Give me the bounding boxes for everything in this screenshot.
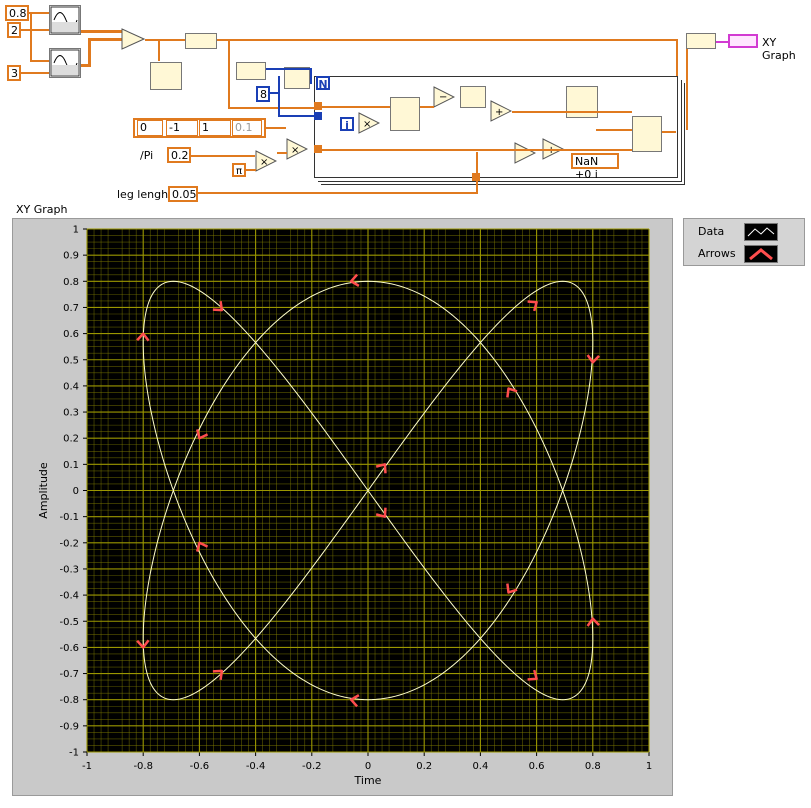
array-index[interactable]: 0 [137,120,163,136]
xy-graph-terminal[interactable] [728,34,758,48]
pi-value[interactable]: 0.2 [167,147,191,163]
y-tick-label: 0.7 [63,303,79,314]
y-tick-label: -0.9 [59,721,79,732]
ramp-node[interactable] [236,62,266,80]
x-tick-label: 0.8 [585,761,601,772]
x-tick-label: 0 [365,761,371,772]
subtract-node[interactable]: − [433,86,455,108]
legend-data-swatch [744,223,778,241]
y-tick-label: 0.2 [63,434,79,445]
x-tick-label: 0.2 [416,761,432,772]
leg-length-label: leg lenght [117,188,173,201]
leg-length-value[interactable]: 0.05 [168,186,198,202]
graph-title: XY Graph [16,203,68,216]
chart-svg: -1 -0.8 -0.6 -0.4 -0.2 0 0.2 0.4 0.6 0.8 1 1 0.9 0.8 0… [37,225,652,788]
loop-count-terminal[interactable]: N [316,76,330,91]
scale-node[interactable] [514,142,536,164]
y-tick-label: 0.8 [63,277,79,288]
bundle-node[interactable] [686,33,716,49]
array-node-2[interactable] [566,86,598,118]
legend-data-label: Data [698,225,725,238]
legend-arrows-label: Arrows [698,247,736,260]
x-tick-label: -1 [82,761,92,772]
pi-constant[interactable]: π [232,163,246,177]
x-tick-label: 0.6 [529,761,545,772]
x-tick-label: -0.6 [190,761,210,772]
index-array-node[interactable] [390,97,420,131]
array-element-3[interactable]: 0.1 [232,120,262,136]
array-element-1[interactable]: -1 [166,120,198,136]
build-array-node[interactable] [632,116,662,152]
build-complex-node[interactable] [121,28,145,50]
legend-data[interactable]: Data [698,223,798,241]
const-count[interactable]: 8 [256,86,270,102]
x-axis-label: Time [354,774,382,787]
y-tick-label: -0.2 [59,538,79,549]
svg-text:×: × [291,145,299,156]
legend-arrows[interactable]: Arrows [698,245,798,263]
plot-legend[interactable]: Data Arrows [683,218,805,266]
block-diagram: 0.8 2 3 XY Graph 8 N i × − + NaN +0 i 0 … [0,0,811,202]
y-tick-label: 0.9 [63,251,79,262]
sine-generator-x[interactable] [49,5,81,35]
x-tick-label: -0.8 [133,761,153,772]
const-complex[interactable]: NaN +0 i [571,153,619,181]
xy-graph-terminal-label: XY Graph [762,36,796,62]
y-tick-label: -0.5 [59,617,79,628]
y-tick-label: 0.5 [63,355,79,366]
y-tick-label: 1 [73,225,79,236]
y-tick-label: -1 [69,748,79,759]
add-node[interactable]: + [490,100,512,122]
array-build-node[interactable] [185,33,217,49]
y-tick-label: 0 [73,486,79,497]
complex-node[interactable] [460,86,486,108]
array-element-2[interactable]: 1 [199,120,231,136]
loop-iteration-terminal[interactable]: i [340,117,354,132]
sine-generator-y[interactable] [49,48,81,78]
svg-text:×: × [363,119,371,130]
x-tick-label: -0.2 [302,761,322,772]
quotient-node[interactable] [284,67,310,89]
y-tick-label: -0.3 [59,564,79,575]
const-amplitude[interactable]: 0.8 [5,5,29,21]
pi-label: /Pi [140,149,154,162]
y-tick-label: -0.7 [59,669,79,680]
array-subset-node[interactable] [150,62,182,90]
y-tick-label: 0.3 [63,408,79,419]
y-tick-label: -0.6 [59,643,79,654]
y-tick-label: -0.4 [59,591,79,602]
const-freq-y[interactable]: 3 [7,65,21,81]
legend-arrows-swatch [744,245,778,263]
x-tick-label: 0.4 [472,761,488,772]
multiply-node[interactable]: × [358,112,380,134]
svg-text:−: − [439,92,447,103]
y-tick-label: -0.8 [59,695,79,706]
svg-text:+: + [495,107,503,118]
y-axis-label: Amplitude [37,462,50,519]
multiply-array-node[interactable]: × [286,138,308,160]
x-tick-label: -0.4 [246,761,266,772]
y-tick-label: 0.6 [63,329,79,340]
y-tick-label: -0.1 [59,512,79,523]
x-tick-label: 1 [646,761,652,772]
y-tick-label: 0.1 [63,460,79,471]
const-freq-x[interactable]: 2 [7,22,21,38]
xy-graph[interactable]: -1 -0.8 -0.6 -0.4 -0.2 0 0.2 0.4 0.6 0.8 1 1 0.9 0.8 0… [12,218,673,796]
y-tick-label: 0.4 [63,381,79,392]
svg-text:×: × [260,157,268,168]
multiply-pi-node[interactable]: × [255,150,277,172]
